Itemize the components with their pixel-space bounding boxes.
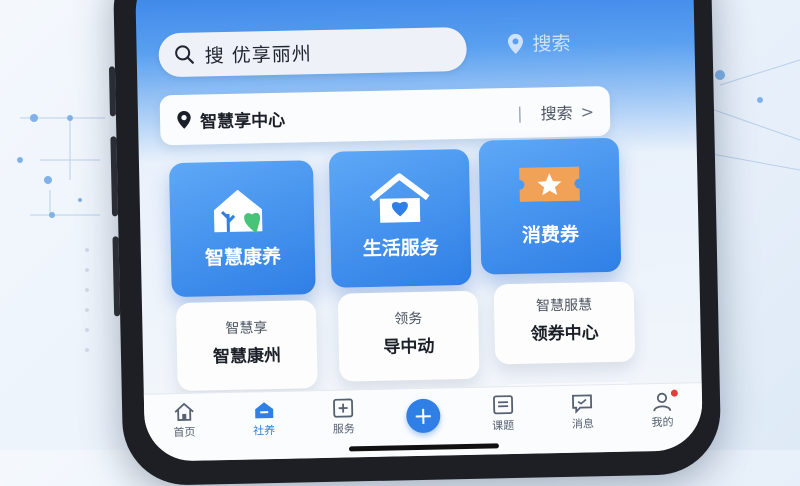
tile-life-service[interactable]: 生活服务 (328, 148, 472, 288)
notification-badge (670, 389, 679, 397)
card-title: 导中动 (383, 336, 435, 358)
tile-label: 智慧康养 (204, 245, 282, 270)
plus-icon: + (405, 398, 441, 434)
home-icon (174, 402, 194, 421)
nav-label: 消息 (571, 417, 595, 431)
message-icon (572, 394, 593, 414)
center-search-link[interactable]: 搜索 (540, 100, 573, 125)
top-search-label: 搜索 (532, 32, 571, 56)
nav-label: 我的 (651, 415, 674, 430)
nav-home[interactable]: 首页 (156, 401, 213, 440)
search-placeholder: 搜 优享丽州 (204, 42, 312, 67)
nav-service[interactable]: 服务 (315, 398, 372, 437)
nav-care[interactable]: 社养 (236, 400, 293, 439)
tile-label: 生活服务 (362, 236, 440, 261)
location-pin-icon (177, 110, 191, 129)
ticket-star-icon (519, 166, 580, 202)
nav-profile[interactable]: 我的 (634, 389, 691, 430)
top-search-button[interactable]: 搜索 (506, 29, 571, 57)
tile-smart-care[interactable]: 智慧康养 (168, 160, 316, 298)
card-smart-kangzhou[interactable]: 智慧享 智慧康州 (175, 300, 318, 392)
phone-frame: 搜 优享丽州 搜索 智慧享中心 | 搜索 > 智慧康养 生活服务 消费券 智慧享… (108, 0, 722, 486)
plus-box-icon (333, 398, 354, 418)
center-title: 智慧享中心 (199, 110, 286, 133)
card-subtitle: 领务 (394, 310, 423, 328)
tile-voucher[interactable]: 消费券 (478, 137, 622, 275)
power-button (112, 236, 121, 317)
nav-label: 课题 (492, 419, 515, 433)
home-indicator (348, 443, 500, 452)
location-pin-icon (507, 33, 523, 54)
nav-add[interactable]: + (395, 396, 452, 434)
care-icon (254, 402, 273, 419)
center-bar[interactable]: 智慧享中心 | 搜索 > (159, 85, 611, 146)
tile-label: 消费券 (521, 223, 580, 247)
card-subtitle: 智慧享 (225, 320, 268, 338)
card-guide[interactable]: 领务 导中动 (337, 290, 480, 382)
nav-label: 社养 (253, 424, 276, 438)
volume-button (110, 136, 119, 217)
card-title: 领券中心 (530, 323, 599, 345)
card-title: 智慧康州 (212, 345, 282, 368)
volume-button (108, 66, 116, 117)
user-icon (653, 392, 672, 412)
chevron-right-icon: > (580, 101, 595, 122)
search-icon (175, 45, 194, 64)
card-coupon-center[interactable]: 智慧服慧 领券中心 (493, 281, 636, 365)
nav-course[interactable]: 课题 (475, 395, 532, 434)
house-heart-icon (213, 189, 263, 234)
divider: | (516, 103, 523, 123)
house-icon (369, 173, 430, 223)
card-subtitle: 智慧服慧 (535, 297, 593, 315)
nav-label: 首页 (173, 425, 196, 440)
list-icon (492, 395, 513, 415)
search-input[interactable]: 搜 优享丽州 (158, 26, 468, 78)
nav-message[interactable]: 消息 (554, 393, 611, 432)
nav-label: 服务 (332, 422, 355, 436)
phone-screen: 搜 优享丽州 搜索 智慧享中心 | 搜索 > 智慧康养 生活服务 消费券 智慧享… (134, 0, 704, 462)
